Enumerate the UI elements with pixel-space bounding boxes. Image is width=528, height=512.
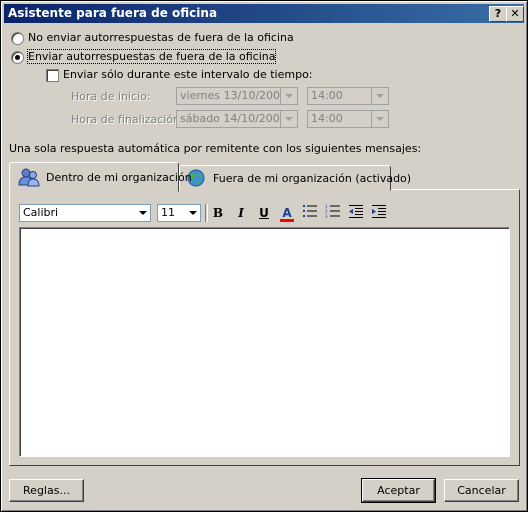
end-time-value: 14:00 [311,112,343,125]
tab-inside-label: Dentro de mi organización [46,171,192,184]
title-bar: Asistente para fuera de oficina ? ✕ [4,4,524,23]
interval-label[interactable]: Enviar sólo durante este intervalo de ti… [63,68,313,81]
tab-outside-organization[interactable]: Fuera de mi organización (activado) [179,165,411,191]
chevron-down-icon[interactable] [280,111,297,127]
end-date-value: sábado 14/10/2006 [180,112,287,125]
end-date-combo[interactable]: sábado 14/10/2006 [176,110,298,128]
svg-text:3: 3 [325,214,328,218]
interval-checkbox[interactable] [46,69,59,82]
bullet-list-icon [303,205,317,217]
end-time-combo[interactable]: 14:00 [307,110,389,128]
decrease-indent-icon [349,205,363,218]
no-send-label[interactable]: No enviar autorrespuestas de fuera de la… [28,31,294,44]
underline-button[interactable]: U [255,204,273,222]
radio-selected-dot [15,55,20,60]
chevron-down-icon[interactable] [280,88,297,104]
chevron-down-icon[interactable] [186,205,200,221]
chevron-down-icon[interactable] [371,111,388,127]
increase-indent-button[interactable] [370,204,388,222]
ok-button[interactable]: Aceptar [361,478,436,503]
italic-button[interactable]: I [232,204,250,222]
message-editor[interactable] [19,227,510,457]
font-size-combo[interactable]: 11 [157,204,201,222]
window-title: Asistente para fuera de oficina [8,6,218,20]
cancel-button[interactable]: Cancelar [444,479,519,502]
font-color-letter: A [282,206,292,220]
font-color-button[interactable]: A [278,204,296,222]
help-button[interactable]: ? [489,6,507,22]
chevron-down-icon[interactable] [371,88,388,104]
font-size-value: 11 [161,206,175,219]
start-date-value: viernes 13/10/2006 [180,89,288,102]
toolbar-separator [205,204,208,222]
rules-button[interactable]: Reglas... [9,479,84,502]
bullets-button[interactable] [301,204,319,222]
font-name-combo[interactable]: Calibri [19,204,151,222]
start-time-label: Hora de inicio: [71,90,151,103]
decrease-indent-button[interactable] [347,204,365,222]
no-send-radio[interactable] [11,32,24,45]
end-time-label: Hora de finalización: [71,113,184,126]
close-button[interactable]: ✕ [506,6,524,22]
people-icon [18,168,40,187]
font-color-swatch [280,219,294,222]
increase-indent-icon [372,205,386,218]
tab-outside-label: Fuera de mi organización (activado) [213,172,412,185]
start-time-value: 14:00 [311,89,343,102]
bold-button[interactable]: B [209,204,227,222]
send-label[interactable]: Enviar autorrespuestas de fuera de la of… [26,49,277,64]
numbered-list-icon: 1 2 3 [325,204,340,219]
start-time-combo[interactable]: 14:00 [307,87,389,105]
numbering-button[interactable]: 1 2 3 [324,204,342,222]
font-name-value: Calibri [23,206,59,219]
tab-inside-organization[interactable]: Dentro de mi organización [9,162,192,192]
reply-section-label: Una sola respuesta automática por remite… [9,142,422,155]
start-date-combo[interactable]: viernes 13/10/2006 [176,87,298,105]
send-radio[interactable] [11,51,24,64]
out-of-office-dialog: Asistente para fuera de oficina ? ✕ No e… [0,0,528,512]
chevron-down-icon[interactable] [136,205,150,221]
